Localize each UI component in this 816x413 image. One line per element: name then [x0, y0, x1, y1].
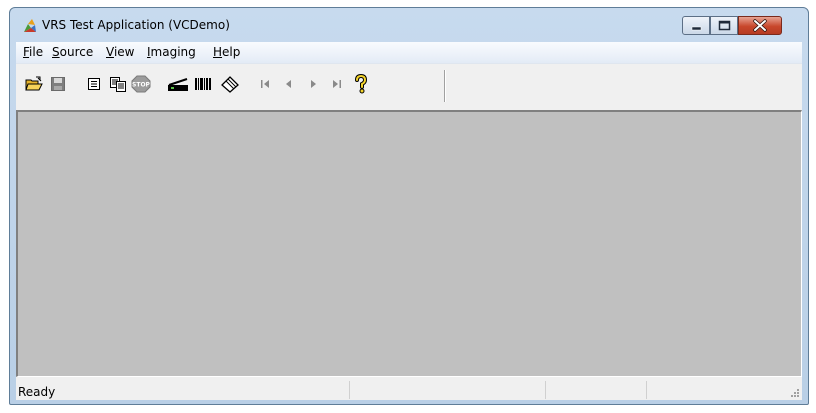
barcode-icon — [195, 78, 211, 90]
menu-file[interactable]: File — [23, 44, 43, 61]
last-page-button[interactable] — [326, 74, 348, 94]
status-bar: Ready — [16, 379, 802, 400]
first-page-button[interactable] — [254, 74, 276, 94]
menu-help[interactable]: Help — [213, 44, 240, 61]
close-button[interactable] — [738, 16, 782, 35]
toolbar: STOP — [16, 64, 802, 111]
help-button[interactable] — [350, 74, 372, 94]
save-disk-icon — [51, 77, 65, 91]
save-button[interactable] — [47, 74, 69, 94]
status-pane-2 — [350, 381, 546, 399]
eraser-button[interactable] — [219, 74, 241, 94]
previous-page-button[interactable] — [278, 74, 300, 94]
vrs-app-icon — [22, 18, 38, 34]
stop-button[interactable]: STOP — [130, 74, 152, 94]
menu-bar: File Source View Imaging Help — [16, 42, 802, 64]
copy-button[interactable] — [107, 74, 129, 94]
next-page-button[interactable] — [302, 74, 324, 94]
minimize-icon — [691, 26, 702, 31]
close-icon — [753, 19, 767, 32]
document-workspace[interactable] — [16, 110, 802, 377]
help-icon — [355, 74, 368, 94]
stop-icon: STOP — [131, 75, 151, 93]
menu-source[interactable]: Source — [52, 44, 93, 61]
title-bar[interactable]: VRS Test Application (VCDemo) — [10, 8, 808, 43]
maximize-icon — [718, 20, 731, 31]
menu-view[interactable]: View — [106, 44, 134, 61]
next-page-icon — [311, 80, 316, 88]
maximize-button[interactable] — [710, 16, 738, 35]
menu-imaging[interactable]: Imaging — [147, 44, 196, 61]
copy-icon — [110, 77, 126, 92]
scanner-icon — [168, 78, 188, 91]
status-pane-main: Ready — [16, 381, 350, 399]
properties-icon — [88, 78, 100, 90]
minimize-button[interactable] — [682, 16, 710, 35]
status-pane-3 — [546, 381, 647, 399]
eraser-icon — [221, 76, 239, 93]
status-pane-4 — [647, 381, 804, 399]
window-title: VRS Test Application (VCDemo) — [42, 18, 230, 32]
first-page-icon — [261, 80, 269, 88]
previous-page-icon — [286, 80, 291, 88]
last-page-icon — [333, 80, 341, 88]
open-folder-icon — [25, 76, 43, 91]
properties-button[interactable] — [83, 74, 105, 94]
svg-text:STOP: STOP — [132, 82, 151, 89]
scanner-button[interactable] — [167, 74, 189, 94]
toolbar-separator — [444, 70, 446, 102]
app-window: VRS Test Application (VCDemo) File Sourc… — [9, 7, 809, 405]
barcode-button[interactable] — [192, 74, 214, 94]
client-area: File Source View Imaging Help STOP Ready — [16, 42, 802, 400]
status-text: Ready — [18, 385, 56, 399]
open-button[interactable] — [23, 74, 45, 94]
resize-grip-icon[interactable] — [790, 388, 800, 398]
